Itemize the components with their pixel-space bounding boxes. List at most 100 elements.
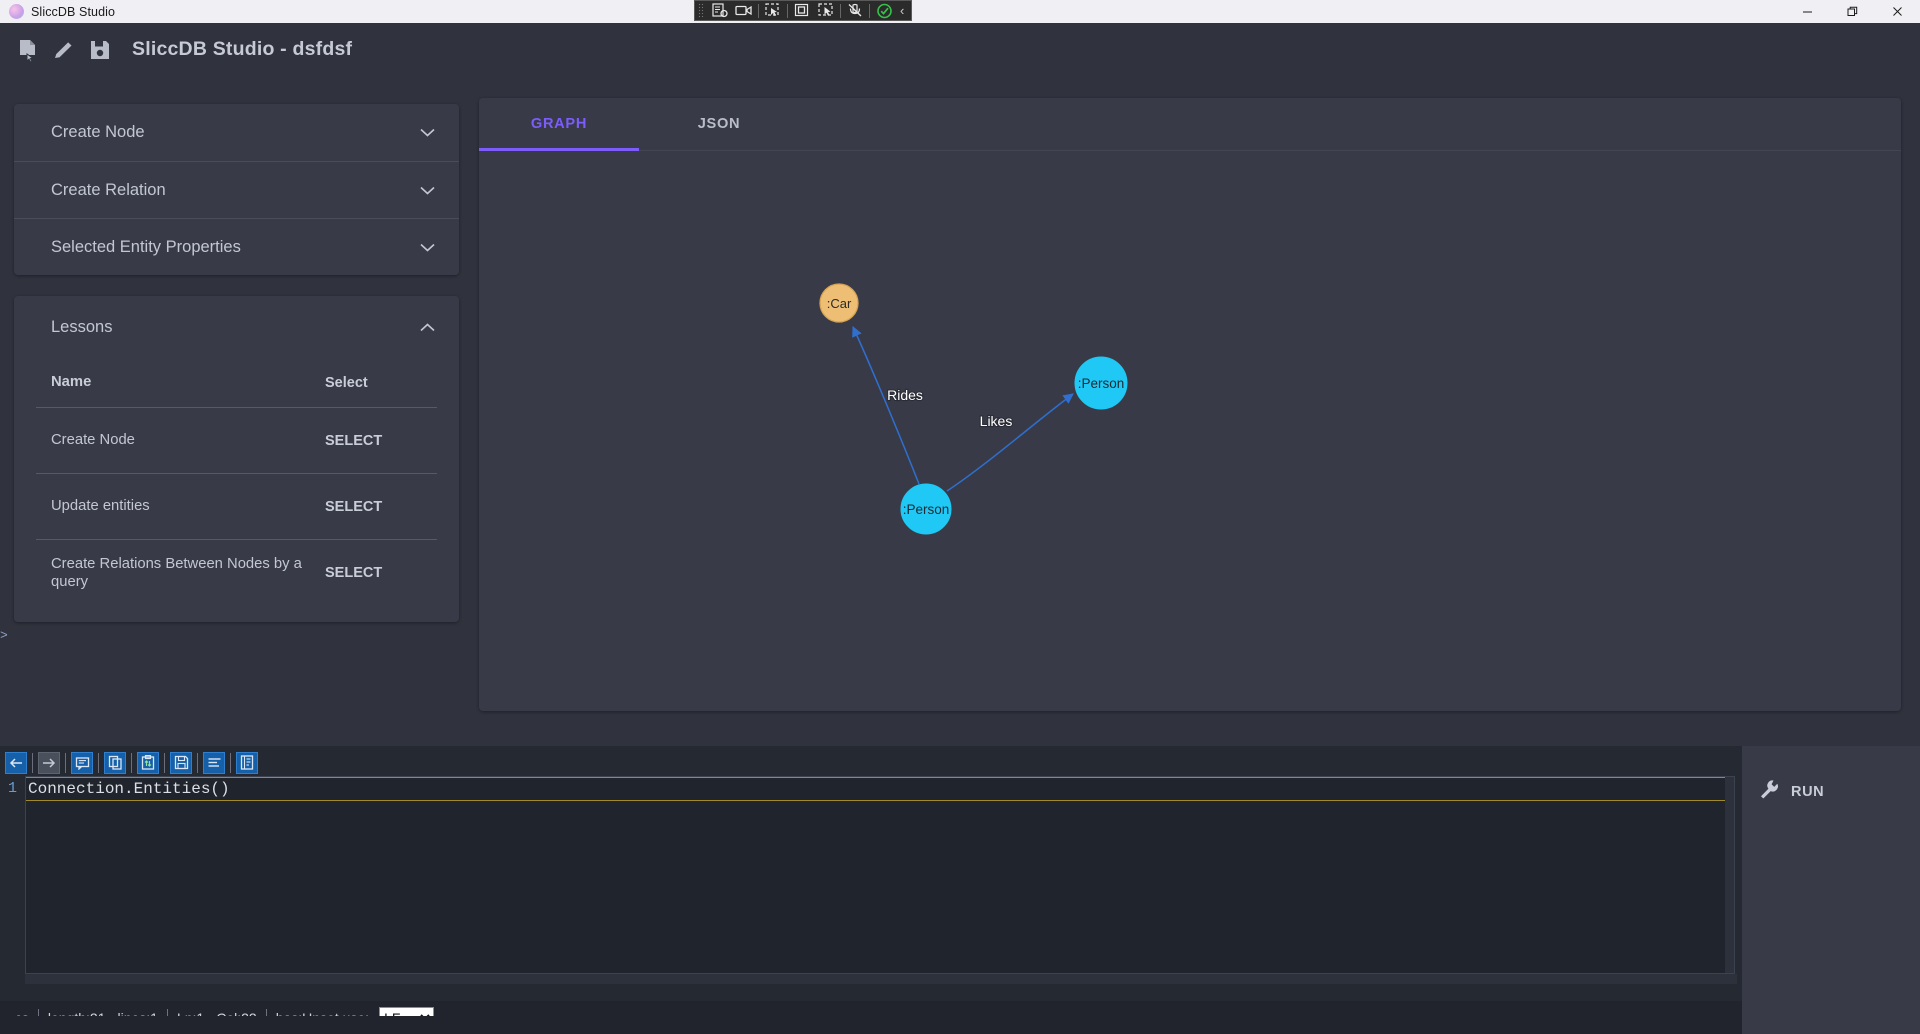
toolbar-divider xyxy=(131,752,132,773)
select-window-icon[interactable] xyxy=(761,1,785,20)
format-lines-icon[interactable] xyxy=(203,751,225,774)
run-panel: RUN xyxy=(1742,746,1920,1034)
graph-edge-likes[interactable] xyxy=(946,393,1074,492)
tab-bar: GRAPH JSON xyxy=(479,98,1901,151)
graph-node-person-bottom-label: :Person xyxy=(903,502,950,517)
tab-graph[interactable]: GRAPH xyxy=(479,98,639,151)
wrench-icon xyxy=(1759,779,1780,805)
toolbar-divider xyxy=(164,752,165,773)
toolbar-divider xyxy=(787,3,788,18)
editor-horizontal-scrollbar[interactable] xyxy=(25,974,1737,984)
maximize-restore-button[interactable] xyxy=(1830,0,1875,23)
accordion-create-relation[interactable]: Create Relation xyxy=(14,161,459,218)
console-prompt: > xyxy=(0,628,8,643)
toolbar-divider xyxy=(840,3,841,18)
table-row[interactable]: Update entities SELECT xyxy=(36,474,437,540)
document-outline-icon[interactable] xyxy=(236,751,258,774)
os-window-title: SliccDB Studio xyxy=(31,4,116,19)
comment-box-icon[interactable] xyxy=(71,751,93,774)
tab-label: JSON xyxy=(697,116,741,132)
graph-svg[interactable]: :Car :Person :Person Rides Likes xyxy=(479,151,1901,711)
run-button[interactable]: RUN xyxy=(1759,779,1824,805)
lesson-select-button[interactable]: SELECT xyxy=(325,565,437,581)
graph-canvas[interactable]: :Car :Person :Person Rides Likes xyxy=(479,151,1901,711)
editor-vertical-scrollbar[interactable] xyxy=(1725,777,1734,973)
code-area[interactable]: 1 Connection.Entities() xyxy=(0,776,1740,974)
save-floppy-icon[interactable] xyxy=(170,751,192,774)
column-header-select: Select xyxy=(325,374,368,391)
open-file-icon[interactable] xyxy=(10,33,46,67)
os-title-left-group: SliccDB Studio xyxy=(0,4,115,19)
accordion-group: Create Node Create Relation Selected Ent… xyxy=(14,104,459,275)
copy-icon[interactable] xyxy=(104,751,126,774)
select-region-icon[interactable] xyxy=(814,1,838,20)
lesson-select-button[interactable]: SELECT xyxy=(325,499,437,515)
app-header: SliccDB Studio - dsfdsf xyxy=(0,23,1920,76)
table-row[interactable]: Create Relations Between Nodes by a quer… xyxy=(36,540,437,606)
code-line-1[interactable]: Connection.Entities() xyxy=(26,777,1734,801)
close-button[interactable] xyxy=(1875,0,1920,23)
lesson-name: Update entities xyxy=(51,498,150,515)
table-header-row: Name Select xyxy=(36,358,437,408)
microphone-muted-icon[interactable] xyxy=(843,1,867,20)
lessons-panel: Lessons Name Select Create Node SELECT U… xyxy=(14,296,459,622)
line-number: 1 xyxy=(7,780,17,797)
window-controls xyxy=(1785,0,1920,23)
toolbar-divider xyxy=(65,752,66,773)
lesson-name: Create Node xyxy=(51,432,135,449)
graph-edge-rides[interactable] xyxy=(852,326,920,485)
graph-edge-label-likes: Likes xyxy=(980,413,1013,429)
code-line-text: Connection.Entities() xyxy=(28,780,230,798)
os-title-bar: SliccDB Studio xyxy=(0,0,1920,23)
code-input[interactable]: Connection.Entities() xyxy=(25,776,1735,974)
toolbar-divider xyxy=(98,752,99,773)
chevron-down-icon[interactable] xyxy=(420,184,435,197)
code-editor: 1 Connection.Entities() xyxy=(0,746,1742,1016)
status-bar-filler xyxy=(0,1016,1742,1034)
lesson-name: Create Relations Between Nodes by a quer… xyxy=(51,555,302,590)
accordion-selected-entity-properties[interactable]: Selected Entity Properties xyxy=(14,218,459,275)
accordion-label: Create Node xyxy=(51,123,145,141)
table-row[interactable]: Create Node SELECT xyxy=(36,408,437,474)
screen-recorder-toolbar[interactable]: ‹ xyxy=(694,0,913,21)
collapse-toolbar-icon[interactable]: ‹ xyxy=(896,3,908,18)
app-logo-icon xyxy=(9,4,24,19)
chevron-up-icon[interactable] xyxy=(420,321,435,334)
toolbar-divider xyxy=(32,752,33,773)
graph-edge-label-rides: Rides xyxy=(887,387,923,403)
accordion-label: Create Relation xyxy=(51,180,166,199)
status-ok-icon[interactable] xyxy=(872,1,896,20)
chevron-down-icon[interactable] xyxy=(420,241,435,254)
tab-json[interactable]: JSON xyxy=(639,98,799,150)
graph-node-person-right-label: :Person xyxy=(1078,376,1125,391)
edit-pencil-icon[interactable] xyxy=(46,33,82,67)
accordion-create-node[interactable]: Create Node xyxy=(14,104,459,161)
column-header-name: Name xyxy=(51,374,92,391)
tab-label: GRAPH xyxy=(530,116,588,132)
toolbar-divider xyxy=(197,752,198,773)
lessons-title: Lessons xyxy=(51,317,113,336)
minimize-button[interactable] xyxy=(1785,0,1830,23)
left-sidebar: Create Node Create Relation Selected Ent… xyxy=(14,104,459,622)
paste-clipboard-icon[interactable] xyxy=(137,751,159,774)
capture-region-settings-icon[interactable] xyxy=(708,1,732,20)
fullscreen-icon[interactable] xyxy=(790,1,814,20)
toolbar-divider xyxy=(230,752,231,773)
editor-toolbar xyxy=(0,746,1742,776)
app-title: SliccDB Studio - dsfdsf xyxy=(132,38,353,60)
record-video-icon[interactable] xyxy=(732,1,756,20)
toolbar-drag-handle[interactable] xyxy=(698,3,705,18)
graph-panel: GRAPH JSON :Car :Person :Person Rides Li… xyxy=(479,98,1901,711)
graph-node-car-label: :Car xyxy=(827,296,852,311)
redo-arrow-right-icon[interactable] xyxy=(38,751,60,774)
undo-arrow-left-icon[interactable] xyxy=(5,751,27,774)
lesson-select-button[interactable]: SELECT xyxy=(325,433,437,449)
toolbar-divider xyxy=(758,3,759,18)
lessons-header[interactable]: Lessons xyxy=(14,296,459,358)
save-floppy-icon[interactable] xyxy=(82,33,118,67)
toolbar-divider xyxy=(869,3,870,18)
lessons-table: Name Select Create Node SELECT Update en… xyxy=(36,358,437,606)
accordion-label: Selected Entity Properties xyxy=(51,237,241,256)
run-label: RUN xyxy=(1791,784,1825,800)
chevron-down-icon[interactable] xyxy=(420,126,435,139)
